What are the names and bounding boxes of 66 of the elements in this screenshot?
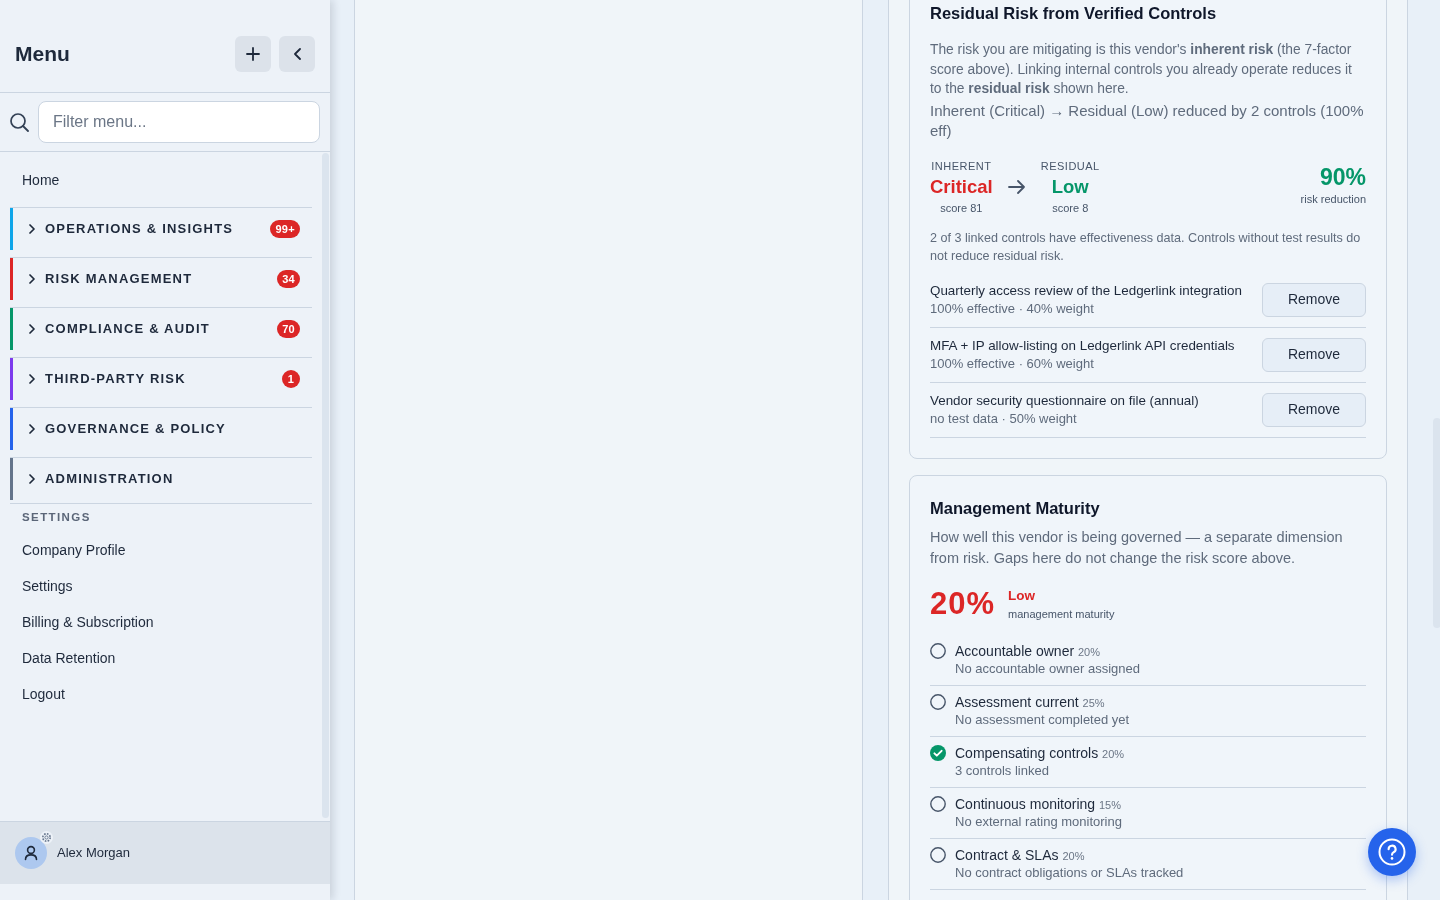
card-description: The risk you are mitigating is this vendor's inherent risk (the 7-factor score above). Linking internal controls you already operate reduces it to the residual risk shown here. xyxy=(930,41,1353,98)
factor-detail: No assessment completed yet xyxy=(955,710,1130,729)
score-label: RESIDUAL xyxy=(1040,158,1100,173)
reduction-label: risk reduction xyxy=(1300,191,1366,207)
nav-link[interactable]: Settings xyxy=(10,568,312,604)
control-name: Vendor security questionnaire on file (annual) xyxy=(930,391,1199,410)
nav-section[interactable]: THIRD-PARTY RISK 1 xyxy=(10,358,312,400)
score-value: score 8 xyxy=(1052,200,1089,216)
remove-button[interactable]: Remove xyxy=(1262,282,1366,317)
factor-name: Compensating controls 20% xyxy=(955,743,1125,762)
sidebar-title: Menu xyxy=(15,41,70,68)
reduction-value: 90% xyxy=(1319,162,1366,191)
maturity-score: 20% xyxy=(930,585,996,622)
nav-link[interactable]: Data Retention xyxy=(10,640,312,676)
factor-name: Continuous monitoring 15% xyxy=(955,794,1122,813)
score-label: INHERENT xyxy=(931,158,992,173)
scrollbar-thumb[interactable] xyxy=(322,153,329,818)
nav-link[interactable]: Logout xyxy=(10,676,312,712)
collapse-button[interactable] xyxy=(279,36,315,72)
factor-name: Assessment current 25% xyxy=(955,692,1106,711)
score-value: score 81 xyxy=(940,200,983,216)
count-badge: 1 xyxy=(282,370,300,388)
maturity-rating: Low xyxy=(1008,587,1037,604)
section-heading: SETTINGS xyxy=(21,510,92,524)
control-detail: 100% effective · 40% weight xyxy=(930,299,1095,318)
nav-link[interactable]: Home xyxy=(10,162,312,198)
count-badge: 99+ xyxy=(270,220,300,238)
count-badge: 70 xyxy=(277,320,300,338)
count-badge: 34 xyxy=(277,270,300,288)
nav-section[interactable]: ADMINISTRATION xyxy=(10,458,312,500)
control-detail: 100% effective · 60% weight xyxy=(930,354,1095,373)
factor-detail: No accountable owner assigned xyxy=(955,659,1140,678)
factor-detail: No external rating monitoring xyxy=(955,812,1122,831)
risk-summary: Inherent (Critical) → Residual (Low) reduced by 2 controls (100% eff) xyxy=(930,100,1365,141)
remove-button[interactable]: Remove xyxy=(1262,392,1366,427)
factor-name: Contract & SLAs 20% xyxy=(955,845,1086,864)
nav-link[interactable]: Company Profile xyxy=(10,532,312,568)
maturity-caption: management maturity xyxy=(1008,606,1115,622)
factor-detail: 3 controls linked xyxy=(955,761,1050,780)
help-icon xyxy=(1378,838,1406,866)
nav-section[interactable]: RISK MANAGEMENT 34 xyxy=(10,258,312,300)
controls-note: 2 of 3 linked controls have effectiveness data. Controls without test results do not reduce residual risk. xyxy=(930,229,1362,265)
add-button[interactable] xyxy=(235,36,271,72)
factor-name: Accountable owner 20% xyxy=(955,641,1101,660)
card-description: How well this vendor is being governed — a separate dimension from risk. Gaps here do not change the risk score above. xyxy=(930,527,1344,568)
nav-link[interactable]: Billing & Subscription xyxy=(10,604,312,640)
plus-icon xyxy=(246,47,260,61)
user-name[interactable]: Alex Morgan xyxy=(57,843,130,863)
card-title: Residual Risk from Verified Controls xyxy=(930,3,1218,24)
risk-rating: Low xyxy=(1051,174,1089,199)
factor-detail: No contract obligations or SLAs tracked xyxy=(955,863,1184,882)
card-title: Management Maturity xyxy=(930,497,1101,519)
chevron-left-icon xyxy=(293,48,301,60)
control-detail: no test data · 50% weight xyxy=(930,409,1078,428)
remove-button[interactable]: Remove xyxy=(1262,337,1366,372)
control-name: Quarterly access review of the Ledgerlink integration xyxy=(930,281,1242,300)
filter-input[interactable]: Filter menu... xyxy=(38,101,320,143)
settings-icon[interactable] xyxy=(40,831,53,844)
nav-section[interactable]: COMPLIANCE & AUDIT 70 xyxy=(10,308,312,350)
search-icon xyxy=(10,112,29,132)
nav-section[interactable]: OPERATIONS & INSIGHTS 99+ xyxy=(10,208,312,250)
risk-rating: Critical xyxy=(930,174,993,199)
nav-section[interactable]: GOVERNANCE & POLICY xyxy=(10,408,312,450)
user-avatar-icon xyxy=(15,837,47,869)
arrow-right-icon xyxy=(1007,180,1026,194)
control-name: MFA + IP allow-listing on Ledgerlink API credentials xyxy=(930,336,1235,355)
